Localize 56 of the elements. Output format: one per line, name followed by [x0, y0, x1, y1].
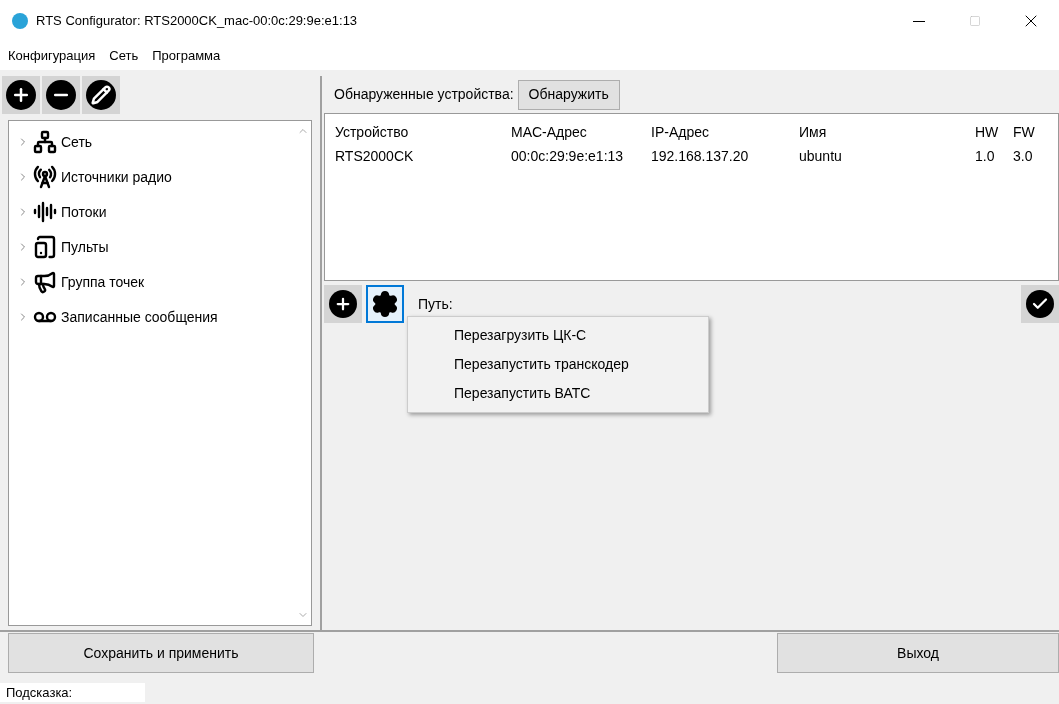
tree-item[interactable]: Группа точек	[17, 269, 294, 295]
tree-item-label: Сеть	[61, 132, 93, 152]
exit-button[interactable]: Выход	[777, 633, 1059, 673]
path-label: Путь:	[418, 294, 453, 314]
menu-item[interactable]: Программа	[152, 46, 221, 66]
column-header[interactable]: Устройство	[335, 121, 511, 143]
tree-item[interactable]: Потоки	[17, 199, 294, 225]
table-cell-text: 192.168.137.20	[651, 146, 750, 166]
column-header[interactable]: MAC-Адрес	[511, 121, 651, 143]
tree-item-label: Группа точек	[61, 272, 145, 292]
window-title: RTS Configurator: RTS2000CK_mac-00:0c:29:9e:e1:13	[36, 12, 358, 31]
context-menu-item[interactable]: Перезапустить транскодер	[408, 350, 708, 379]
megaphone-icon	[33, 270, 57, 294]
radio-tower-icon	[33, 165, 57, 189]
table-cell-text: 00:0c:29:9e:e1:13	[511, 146, 625, 166]
tree-item-label: Источники радио	[61, 167, 172, 187]
tree-item-label: Пульты	[61, 237, 109, 257]
edit-button[interactable]	[82, 76, 120, 114]
add-button[interactable]	[324, 285, 362, 323]
menu-item[interactable]: Конфигурация	[8, 46, 96, 66]
remove-button[interactable]	[42, 76, 80, 114]
tree-item[interactable]: Сеть	[17, 129, 294, 155]
column-header[interactable]: HW	[975, 121, 1013, 143]
table-cell-text: ubuntu	[799, 146, 843, 166]
waveform-icon	[33, 200, 57, 224]
minimize-icon	[913, 20, 925, 22]
devices-label: Обнаруженные устройства:	[334, 85, 514, 104]
tree-item-label: Потоки	[61, 202, 107, 222]
table-cell-text: 3.0	[1013, 146, 1034, 166]
check-icon	[1026, 290, 1054, 318]
confirm-button[interactable]	[1021, 285, 1059, 323]
app-logo-icon	[12, 13, 28, 29]
save-apply-button[interactable]: Сохранить и применить	[8, 633, 314, 673]
menu-item[interactable]: Сеть	[109, 46, 139, 66]
tree-item-label: Записанные сообщения	[61, 307, 218, 327]
settings-button[interactable]	[366, 285, 404, 323]
column-header[interactable]: Имя	[799, 121, 975, 143]
maximize-icon	[969, 15, 981, 27]
table-cell-text: RTS2000CK	[335, 146, 415, 166]
plus-icon	[6, 80, 36, 110]
tree-item[interactable]: Пульты	[17, 234, 294, 260]
table-cell-text: 1.0	[975, 146, 996, 166]
table-row[interactable]: RTS2000CK 00:0c:29:9e:e1:13 192.168.137.20 ubuntu 1.0 3.0	[335, 144, 1058, 168]
context-menu-item[interactable]: Перезапустить ВАТС	[408, 379, 708, 408]
column-header[interactable]: IP-Адрес	[651, 121, 799, 143]
column-header[interactable]: FW	[1013, 121, 1053, 143]
tablet-icon	[33, 235, 57, 259]
status-hint-label: Подсказка:	[0, 682, 145, 702]
add-button[interactable]	[2, 76, 40, 114]
minus-icon	[46, 80, 76, 110]
plus-icon	[329, 290, 357, 318]
context-menu-item[interactable]: Перезагрузить ЦК-С	[408, 321, 708, 350]
discover-button[interactable]: Обнаружить	[517, 79, 620, 110]
tree-item[interactable]: Источники радио	[17, 164, 294, 190]
pencil-icon	[86, 80, 116, 110]
tree-item[interactable]: Записанные сообщения	[17, 304, 294, 330]
